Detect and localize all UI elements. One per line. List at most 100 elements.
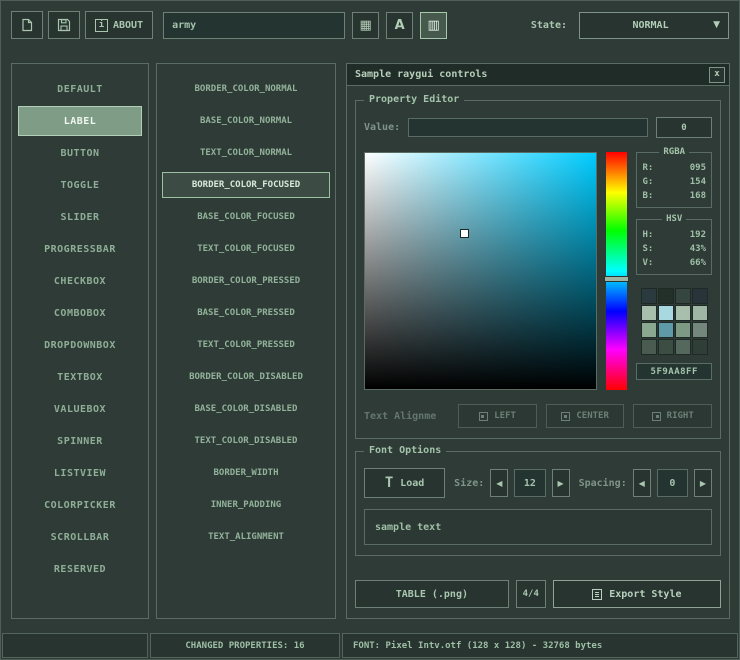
hue-slider[interactable] (604, 276, 630, 282)
property-base-color-disabled[interactable]: BASE_COLOR_DISABLED (162, 396, 330, 422)
color-swatch[interactable] (692, 288, 708, 304)
control-textbox[interactable]: TEXTBOX (18, 362, 142, 392)
color-swatch[interactable] (692, 305, 708, 321)
sv-marker[interactable] (461, 230, 468, 237)
color-swatch[interactable] (675, 288, 691, 304)
align-center-button[interactable]: CENTER (546, 404, 625, 428)
color-swatch[interactable] (658, 339, 674, 355)
spacing-increase-button[interactable]: ▶ (694, 469, 712, 497)
control-default[interactable]: DEFAULT (18, 74, 142, 104)
status-bar: CHANGED PROPERTIES: 16 FONT: Pixel Intv.… (2, 633, 738, 658)
color-swatch[interactable] (658, 322, 674, 338)
property-border-color-disabled[interactable]: BORDER_COLOR_DISABLED (162, 364, 330, 390)
color-swatch[interactable] (692, 322, 708, 338)
style-name-input[interactable] (163, 12, 345, 39)
align-right-icon (652, 412, 661, 421)
color-swatch[interactable] (658, 305, 674, 321)
chevron-down-icon: ▼ (713, 20, 720, 30)
hue-bar[interactable] (606, 152, 628, 390)
rgba-r-row: R: 095 (642, 161, 706, 175)
color-swatch[interactable] (641, 305, 657, 321)
control-slider[interactable]: SLIDER (18, 202, 142, 232)
control-checkbox[interactable]: CHECKBOX (18, 266, 142, 296)
v-value: 66% (690, 256, 706, 270)
rgba-b-row: B: 168 (642, 189, 706, 203)
property-base-color-normal[interactable]: BASE_COLOR_NORMAL (162, 108, 330, 134)
control-button[interactable]: BUTTON (18, 138, 142, 168)
export-style-button[interactable]: Export Style (553, 580, 721, 608)
property-text-color-focused[interactable]: TEXT_COLOR_FOCUSED (162, 236, 330, 262)
window-title: Sample raygui controls (355, 69, 709, 80)
size-increase-button[interactable]: ▶ (552, 469, 570, 497)
spacing-decrease-button[interactable]: ◀ (633, 469, 651, 497)
align-right-label: RIGHT (667, 411, 694, 421)
property-text-color-disabled[interactable]: TEXT_COLOR_DISABLED (162, 428, 330, 454)
spacing-value[interactable]: 0 (657, 469, 688, 497)
sv-square[interactable] (364, 152, 597, 390)
property-text-alignment[interactable]: TEXT_ALIGNMENT (162, 524, 330, 550)
color-swatch[interactable] (658, 288, 674, 304)
size-value[interactable]: 12 (514, 469, 545, 497)
color-swatch[interactable] (692, 339, 708, 355)
property-base-color-focused[interactable]: BASE_COLOR_FOCUSED (162, 204, 330, 230)
value-input[interactable] (408, 118, 648, 137)
color-swatch[interactable] (641, 288, 657, 304)
text-alignment-label: Text Alignme (364, 411, 449, 422)
save-style-button[interactable] (48, 11, 80, 39)
value-button[interactable]: 0 (656, 117, 712, 138)
property-text-color-pressed[interactable]: TEXT_COLOR_PRESSED (162, 332, 330, 358)
grid-view-button[interactable]: ▦ (352, 12, 379, 39)
text-icon: T (385, 476, 393, 490)
align-left-label: LEFT (494, 411, 516, 421)
color-swatch[interactable] (675, 305, 691, 321)
control-label[interactable]: LABEL (18, 106, 142, 136)
about-label: ABOUT (113, 20, 143, 31)
align-right-button[interactable]: RIGHT (633, 404, 712, 428)
align-left-button[interactable]: LEFT (458, 404, 537, 428)
size-decrease-button[interactable]: ◀ (490, 469, 508, 497)
font-load-button[interactable]: T Load (364, 468, 445, 498)
control-listview[interactable]: LISTVIEW (18, 458, 142, 488)
hex-value-box[interactable]: 5F9AA8FF (636, 363, 712, 380)
control-reserved[interactable]: RESERVED (18, 554, 142, 584)
property-inner-padding[interactable]: INNER_PADDING (162, 492, 330, 518)
property-border-color-focused[interactable]: BORDER_COLOR_FOCUSED (162, 172, 330, 198)
control-spinner[interactable]: SPINNER (18, 426, 142, 456)
control-progressbar[interactable]: PROGRESSBAR (18, 234, 142, 264)
property-border-color-pressed[interactable]: BORDER_COLOR_PRESSED (162, 268, 330, 294)
control-toggle[interactable]: TOGGLE (18, 170, 142, 200)
font-view-button[interactable]: A (386, 12, 413, 39)
control-valuebox[interactable]: VALUEBOX (18, 394, 142, 424)
table-view-button[interactable]: ▥ (420, 12, 447, 39)
color-swatch[interactable] (675, 322, 691, 338)
property-border-width[interactable]: BORDER_WIDTH (162, 460, 330, 486)
color-swatch[interactable] (641, 322, 657, 338)
export-format-counter[interactable]: 4/4 (516, 580, 546, 608)
align-center-icon (561, 412, 570, 421)
new-style-button[interactable] (11, 11, 43, 39)
color-swatch[interactable] (675, 339, 691, 355)
state-value: NORMAL (588, 20, 713, 31)
property-border-color-normal[interactable]: BORDER_COLOR_NORMAL (162, 76, 330, 102)
b-label: B: (642, 189, 653, 203)
font-sample-textbox[interactable]: sample text (364, 509, 712, 545)
close-button[interactable]: x (709, 67, 725, 83)
about-button[interactable]: i ABOUT (85, 11, 153, 39)
color-swatch[interactable] (641, 339, 657, 355)
control-colorpicker[interactable]: COLORPICKER (18, 490, 142, 520)
rguistyler-window: i ABOUT ▦ A ▥ State: NORMAL ▼ DEFAULTLAB… (0, 0, 740, 660)
state-dropdown[interactable]: NORMAL ▼ (579, 12, 729, 39)
control-scrollbar[interactable]: SCROLLBAR (18, 522, 142, 552)
v-label: V: (642, 256, 653, 270)
r-value: 095 (690, 161, 706, 175)
b-value: 168 (690, 189, 706, 203)
save-icon (57, 18, 71, 32)
control-dropdownbox[interactable]: DROPDOWNBOX (18, 330, 142, 360)
export-table-button[interactable]: TABLE (.png) (355, 580, 509, 608)
property-base-color-pressed[interactable]: BASE_COLOR_PRESSED (162, 300, 330, 326)
export-style-label: Export Style (609, 589, 681, 600)
control-combobox[interactable]: COMBOBOX (18, 298, 142, 328)
value-row: Value: 0 (364, 117, 712, 138)
property-text-color-normal[interactable]: TEXT_COLOR_NORMAL (162, 140, 330, 166)
style-color-palette (641, 288, 708, 355)
